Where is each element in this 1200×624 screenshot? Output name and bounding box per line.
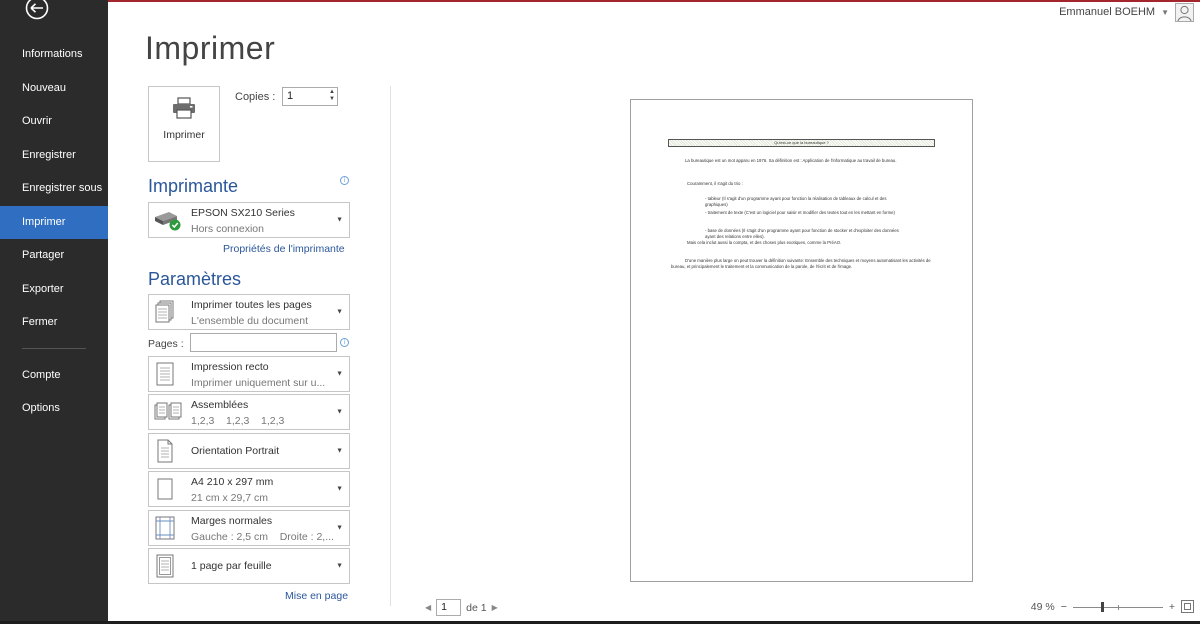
previous-page-icon[interactable]: ◀ bbox=[425, 603, 431, 612]
nav-item-enregistrer-sous[interactable]: Enregistrer sous bbox=[0, 172, 108, 206]
printer-status-icon bbox=[155, 212, 181, 231]
page-navigation: ◀ 1 de 1 ▶ bbox=[425, 599, 498, 616]
zoom-control: 49 % − + bbox=[1031, 600, 1194, 613]
margins-main: Marges normales bbox=[191, 515, 273, 527]
user-name: Emmanuel BOEHM bbox=[1059, 6, 1156, 18]
next-page-icon[interactable]: ▶ bbox=[492, 603, 498, 612]
portrait-icon bbox=[157, 439, 173, 463]
preview-doc-title: Qu'est-ce que la bureautique ? bbox=[668, 139, 935, 147]
preview-paragraph: Mais cela inclut aussi la compta, et des… bbox=[687, 240, 842, 245]
margins-sub: Gauche : 2,5 cm Droite : 2,... bbox=[191, 531, 334, 543]
zoom-tick bbox=[1117, 604, 1119, 610]
preview-paragraph: - base de données (Il s'agit d'un progra… bbox=[705, 228, 899, 239]
collated-icon bbox=[154, 402, 182, 420]
spin-arrows-icon[interactable]: ▲ ▼ bbox=[329, 89, 335, 103]
current-page: 1 bbox=[441, 601, 447, 613]
page-setup-link[interactable]: Mise en page bbox=[285, 590, 348, 602]
preview-paragraph: - tableur (Il s'agit d'un programme ayan… bbox=[705, 196, 887, 207]
dropdown-arrow-icon: ▼ bbox=[336, 485, 343, 493]
nav-item-imprimer[interactable]: Imprimer bbox=[0, 205, 108, 239]
preview-paragraph: La bureautique est un mot apparu en 1976… bbox=[685, 158, 897, 163]
print-range-dropdown[interactable]: Imprimer toutes les pages L'ensemble du … bbox=[148, 294, 350, 330]
backstage-sidebar: Informations Nouveau Ouvrir Enregistrer … bbox=[0, 0, 108, 624]
nav-item-nouveau[interactable]: Nouveau bbox=[0, 72, 108, 106]
pages-per-sheet-main: 1 page par feuille bbox=[191, 560, 272, 572]
printer-heading: Imprimante bbox=[148, 176, 239, 196]
collation-dropdown[interactable]: Assemblées 1,2,3 1,2,3 1,2,3 ▼ bbox=[148, 394, 350, 430]
dropdown-arrow-icon: ▼ bbox=[336, 524, 343, 532]
dropdown-arrow-icon: ▼ bbox=[336, 216, 343, 224]
one-sided-icon bbox=[156, 362, 174, 386]
zoom-to-page-icon[interactable] bbox=[1181, 600, 1194, 613]
orientation-main: Orientation Portrait bbox=[191, 445, 280, 457]
zoom-slider[interactable] bbox=[1072, 601, 1163, 613]
preview-paragraph: - traitement de texte (C'est un logiciel… bbox=[705, 210, 895, 215]
margins-dropdown[interactable]: Marges normales Gauche : 2,5 cm Droite :… bbox=[148, 510, 350, 546]
paper-size-dropdown[interactable]: A4 210 x 297 mm 21 cm x 29,7 cm ▼ bbox=[148, 471, 350, 507]
nav-item-partager[interactable]: Partager bbox=[0, 239, 108, 273]
dropdown-arrow-icon: ▼ bbox=[336, 308, 343, 316]
user-account[interactable]: Emmanuel BOEHM ▼ bbox=[1059, 2, 1194, 22]
nav-divider bbox=[22, 347, 86, 349]
page-count: de 1 bbox=[466, 601, 487, 614]
print-preview-page: Qu'est-ce que la bureautique ? La bureau… bbox=[630, 99, 973, 582]
collation-main: Assemblées bbox=[191, 399, 249, 411]
preview-paragraph: Couramment, il s'agit du trio : bbox=[687, 181, 743, 186]
printer-properties-link[interactable]: Propriétés de l'imprimante bbox=[223, 243, 345, 255]
printer-status: Hors connexion bbox=[191, 223, 264, 235]
zoom-out-button[interactable]: − bbox=[1061, 601, 1067, 613]
dropdown-arrow-icon: ▼ bbox=[336, 447, 343, 455]
orientation-dropdown[interactable]: Orientation Portrait ▼ bbox=[148, 433, 350, 469]
copies-value: 1 bbox=[287, 90, 294, 102]
collation-sub: 1,2,3 1,2,3 1,2,3 bbox=[191, 415, 285, 427]
pages-input[interactable] bbox=[190, 333, 337, 352]
printer-name: EPSON SX210 Series bbox=[191, 207, 295, 219]
back-button[interactable] bbox=[20, 0, 54, 20]
nav-item-compte[interactable]: Compte bbox=[0, 359, 108, 393]
print-button[interactable]: Imprimer bbox=[148, 86, 220, 162]
pages-per-sheet-icon bbox=[156, 554, 174, 578]
dropdown-arrow-icon: ▼ bbox=[336, 562, 343, 570]
printer-icon bbox=[173, 97, 195, 119]
nav-item-exporter[interactable]: Exporter bbox=[0, 273, 108, 307]
nav-item-enregistrer[interactable]: Enregistrer bbox=[0, 139, 108, 173]
paper-size-icon bbox=[157, 478, 173, 500]
zoom-in-button[interactable]: + bbox=[1169, 601, 1175, 613]
paper-size-sub: 21 cm x 29,7 cm bbox=[191, 492, 269, 504]
margins-icon bbox=[155, 516, 175, 540]
printer-dropdown[interactable]: EPSON SX210 Series Hors connexion ▼ bbox=[148, 202, 350, 238]
settings-heading: Paramètres bbox=[148, 269, 242, 289]
copies-stepper[interactable]: 1 ▲ ▼ bbox=[282, 87, 338, 106]
accent-line bbox=[108, 0, 1200, 2]
nav-item-ouvrir[interactable]: Ouvrir bbox=[0, 105, 108, 139]
copies-label: Copies : bbox=[235, 91, 276, 103]
print-button-label: Imprimer bbox=[163, 129, 205, 141]
user-avatar-icon bbox=[1175, 2, 1194, 22]
info-icon[interactable]: i bbox=[340, 176, 349, 185]
dropdown-arrow-icon: ▼ bbox=[336, 370, 343, 378]
pages-per-sheet-dropdown[interactable]: 1 page par feuille ▼ bbox=[148, 548, 350, 584]
print-range-sub: L'ensemble du document bbox=[191, 315, 308, 327]
panel-divider bbox=[390, 86, 391, 606]
page-title: Imprimer bbox=[145, 30, 276, 66]
nav-item-informations[interactable]: Informations bbox=[0, 38, 108, 72]
nav-item-options[interactable]: Options bbox=[0, 392, 108, 426]
page-number-input[interactable]: 1 bbox=[436, 599, 462, 616]
sides-dropdown[interactable]: Impression recto Imprimer uniquement sur… bbox=[148, 356, 350, 392]
back-arrow-icon bbox=[25, 0, 49, 20]
backstage-nav: Informations Nouveau Ouvrir Enregistrer … bbox=[0, 38, 108, 426]
zoom-thumb[interactable] bbox=[1100, 601, 1104, 612]
nav-item-fermer[interactable]: Fermer bbox=[0, 306, 108, 340]
preview-paragraph: D'une manière plus large on peut trouver… bbox=[671, 258, 931, 269]
print-range-main: Imprimer toutes les pages bbox=[191, 299, 312, 311]
pages-icon bbox=[155, 300, 174, 323]
pages-label: Pages : bbox=[148, 338, 184, 350]
dropdown-arrow-icon: ▼ bbox=[336, 408, 343, 416]
sides-sub: Imprimer uniquement sur u... bbox=[191, 377, 326, 389]
chevron-down-icon: ▼ bbox=[1161, 7, 1169, 17]
zoom-level: 49 % bbox=[1030, 600, 1055, 613]
info-icon[interactable]: i bbox=[340, 338, 349, 347]
paper-size-main: A4 210 x 297 mm bbox=[191, 476, 274, 488]
sides-main: Impression recto bbox=[191, 361, 269, 373]
